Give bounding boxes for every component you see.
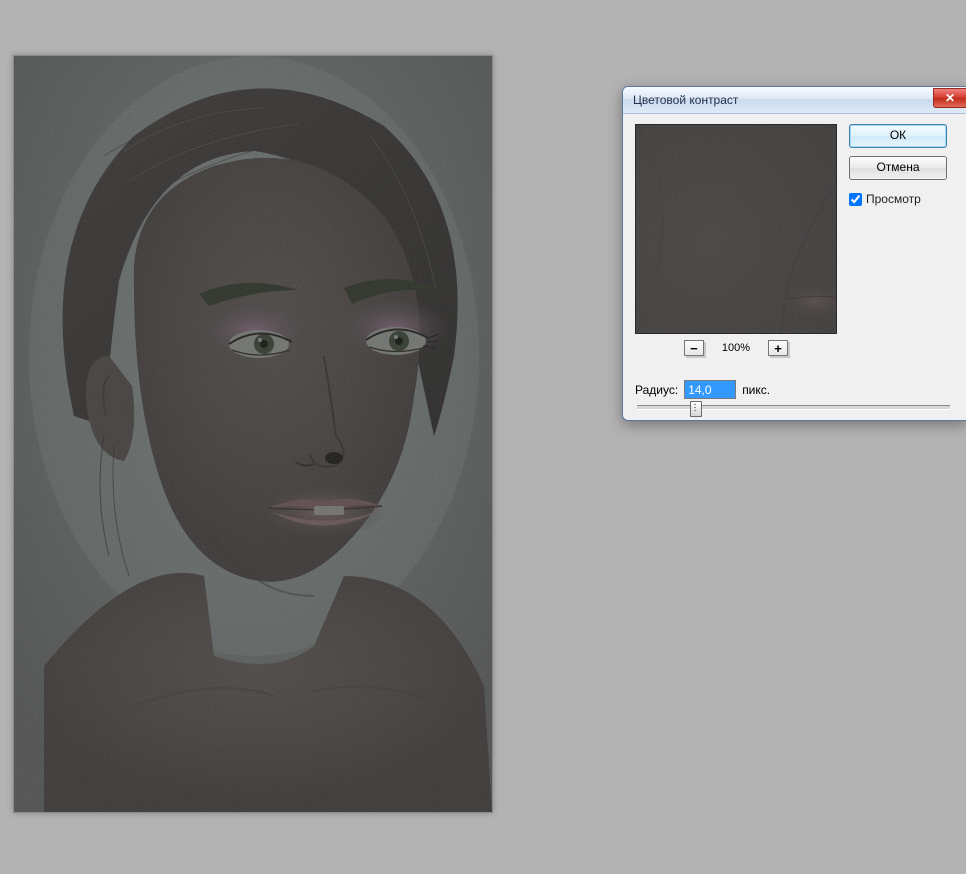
radius-label: Радиус:: [635, 383, 678, 397]
filter-preview[interactable]: [635, 124, 837, 334]
close-icon: ✕: [945, 91, 955, 105]
dialog-titlebar[interactable]: Цветовой контраст ✕: [623, 87, 966, 114]
document-canvas[interactable]: [13, 55, 493, 813]
portrait-highpass-image: [14, 56, 492, 812]
close-button[interactable]: ✕: [933, 88, 966, 108]
high-pass-dialog: Цветовой контраст ✕: [622, 86, 966, 421]
radius-input[interactable]: [684, 380, 736, 399]
radius-unit: пикс.: [742, 383, 770, 397]
preview-checkbox[interactable]: [849, 193, 862, 206]
preview-checkbox-row[interactable]: Просмотр: [849, 192, 947, 206]
ok-button[interactable]: ОК: [849, 124, 947, 148]
dialog-title: Цветовой контраст: [633, 93, 738, 107]
plus-icon: +: [774, 342, 782, 355]
radius-slider[interactable]: [637, 405, 950, 410]
zoom-in-button[interactable]: +: [768, 340, 788, 356]
cancel-button[interactable]: Отмена: [849, 156, 947, 180]
zoom-out-button[interactable]: −: [684, 340, 704, 356]
radius-slider-thumb[interactable]: [690, 401, 702, 417]
preview-checkbox-label: Просмотр: [866, 192, 921, 206]
zoom-level: 100%: [722, 342, 750, 354]
minus-icon: −: [690, 342, 698, 355]
